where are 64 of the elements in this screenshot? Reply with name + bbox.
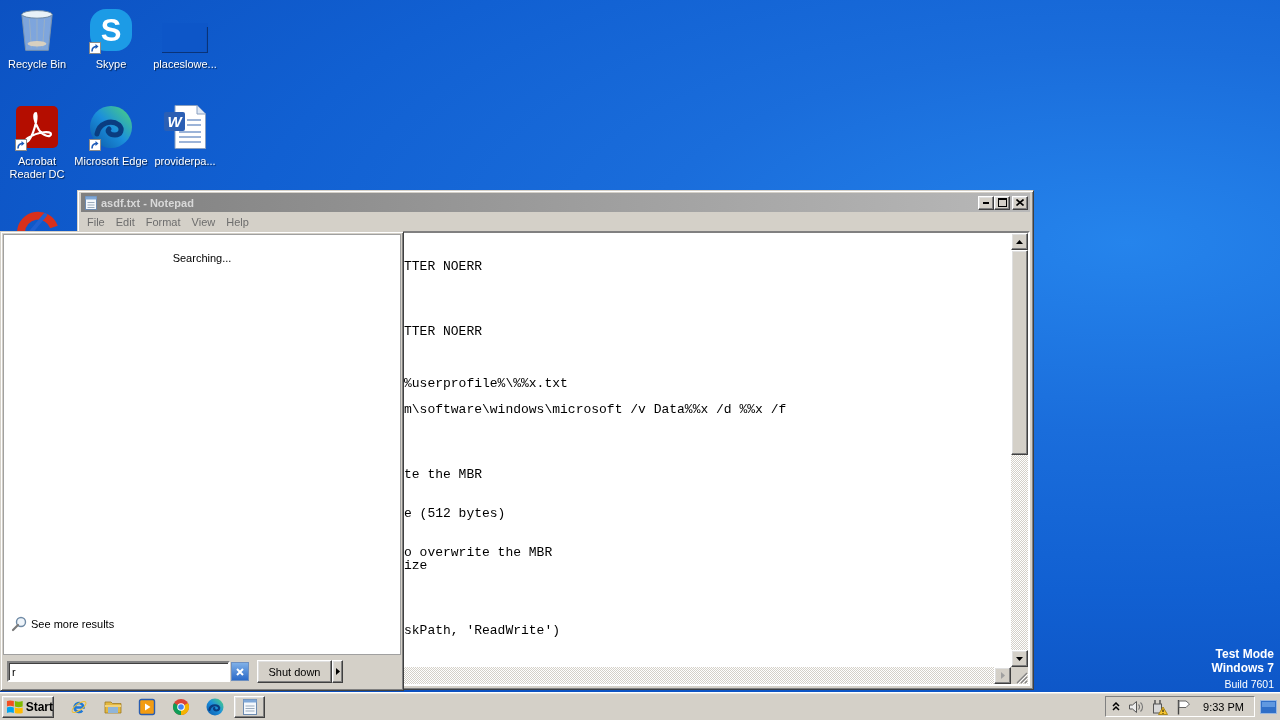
- caret-down-icon: [1016, 656, 1023, 661]
- notepad-icon: [84, 194, 98, 211]
- play-icon[interactable]: [138, 697, 156, 716]
- wave-browser-icon[interactable]: [206, 697, 224, 716]
- desktop-icon-label[interactable]: Microsoft Edge: [73, 155, 149, 168]
- desktop-icon-label[interactable]: Recycle Bin: [0, 58, 75, 71]
- text-line: skPath, 'ReadWrite'): [404, 623, 561, 638]
- text-line: e (512 bytes): [404, 506, 506, 521]
- window-title: asdf.txt - Notepad: [101, 196, 194, 209]
- pdf-app-icon[interactable]: [15, 105, 59, 149]
- scroll-down-button[interactable]: [1011, 650, 1028, 667]
- test-mode-text: Test Mode: [1215, 647, 1274, 661]
- text-line: m\software\windows\microsoft /v Data%%x /d %%x /f: [404, 402, 787, 417]
- text-line: TTER NOERR: [404, 259, 482, 274]
- close-icon: [236, 667, 244, 676]
- chevron-up-icon[interactable]: [1112, 702, 1120, 711]
- start-button[interactable]: Start: [2, 695, 54, 718]
- text-line: ize: [404, 558, 428, 573]
- menu-item[interactable]: Format: [139, 215, 186, 228]
- menu-item[interactable]: File: [81, 215, 110, 228]
- close-icon: [1016, 199, 1024, 206]
- desktop-icon-label[interactable]: Skype: [73, 58, 149, 71]
- maximize-button[interactable]: [994, 195, 1010, 210]
- menu-item[interactable]: View: [185, 215, 221, 228]
- shut-down-button[interactable]: Shut down: [257, 660, 332, 683]
- see-more-link[interactable]: See more results: [11, 616, 115, 632]
- recycle-bin-icon[interactable]: [19, 8, 55, 52]
- maximize-icon: [997, 198, 1007, 207]
- search-status: Searching...: [172, 252, 232, 264]
- text-line: o overwrite the MBR: [404, 545, 553, 560]
- flag-icon[interactable]: [1176, 698, 1192, 715]
- wave-browser-icon[interactable]: [89, 105, 133, 149]
- text-line: TTER NOERR: [404, 324, 482, 339]
- network-warning-icon[interactable]: [1152, 698, 1168, 715]
- caret-right-icon: [335, 668, 340, 675]
- notepad-icon: [241, 697, 258, 716]
- desktop-icon-label[interactable]: providerpa...: [147, 155, 223, 168]
- menu-item[interactable]: Help: [220, 215, 254, 228]
- round-browser-icon[interactable]: [172, 697, 190, 716]
- menu-item[interactable]: Edit: [109, 215, 140, 228]
- desktop-icon-label[interactable]: Acrobat Reader DC: [0, 155, 75, 181]
- close-button[interactable]: [1012, 195, 1028, 210]
- clock[interactable]: 9:33 PM: [1203, 700, 1244, 713]
- text-line: te the MBR: [404, 467, 482, 482]
- search-field[interactable]: r: [7, 661, 230, 682]
- text-line: %userprofile%\%%x.txt: [404, 376, 568, 391]
- resize-grip-icon[interactable]: [1016, 672, 1028, 684]
- speaker-icon[interactable]: [1128, 698, 1144, 715]
- minimize-icon: [983, 201, 989, 204]
- scroll-right-button[interactable]: [994, 667, 1011, 684]
- show-desktop-icon[interactable]: [1260, 699, 1277, 714]
- clear-search-button[interactable]: [231, 662, 249, 681]
- minimize-button[interactable]: [978, 195, 994, 210]
- desktop-icon-label[interactable]: placeslowe...: [147, 58, 223, 71]
- scroll-up-button[interactable]: [1011, 233, 1028, 250]
- shut-down-options-button[interactable]: [332, 660, 343, 683]
- notepad-taskbar-button[interactable]: [234, 695, 265, 718]
- flag-logo-icon: [6, 698, 24, 715]
- scrollbar-thumb[interactable]: [1011, 250, 1028, 455]
- build-number-text: Build 7601: [1224, 678, 1274, 691]
- search-icon: [11, 616, 27, 632]
- os-edition-text: Windows 7: [1211, 661, 1274, 675]
- caret-up-icon: [1016, 239, 1023, 244]
- caret-right-icon: [1000, 672, 1005, 679]
